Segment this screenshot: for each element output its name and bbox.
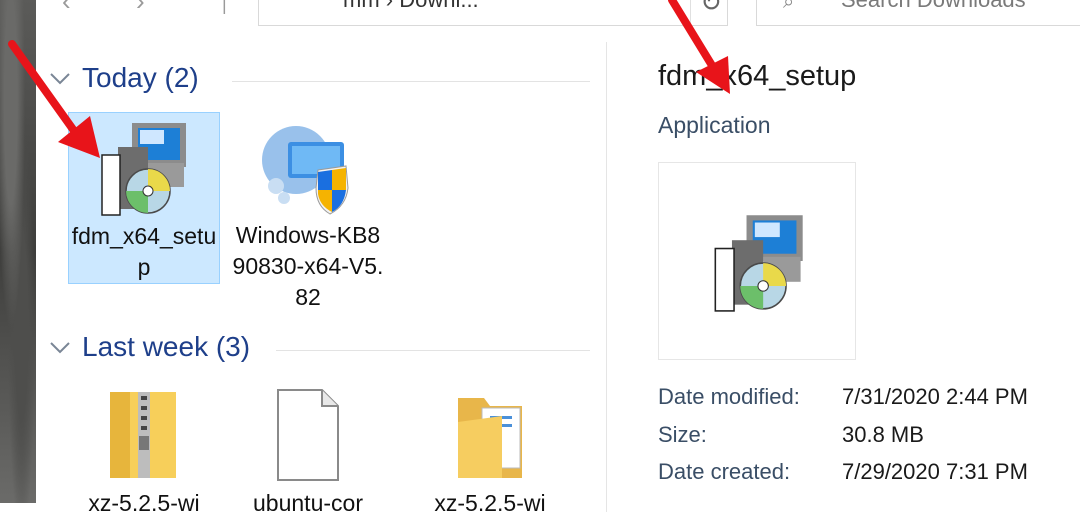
detail-label-date-created: Date created: [658, 459, 791, 484]
group-divider [276, 350, 590, 351]
detail-label-size: Size: [658, 422, 707, 447]
detail-value-date-created: 7/29/2020 7:31 PM [842, 459, 1028, 484]
preview-file-type: Application [658, 112, 771, 138]
back-icon[interactable]: ‹ [62, 0, 71, 17]
zip-folder-icon [110, 392, 176, 478]
security-update-icon [262, 126, 349, 215]
search-icon: ⌕ [783, 0, 795, 13]
detail-value-size: 30.8 MB [842, 422, 924, 447]
annotation-arrow-icon [8, 40, 100, 158]
installer-icon [714, 215, 803, 312]
annotation-arrow-icon [668, 0, 730, 94]
forward-icon[interactable]: › [136, 0, 145, 17]
up-icon[interactable]: | [222, 0, 227, 15]
file-name: xz-5.2.5-wi [88, 490, 200, 516]
file-item-xz-folder[interactable]: xz-5.2.5-wi [414, 382, 566, 516]
search-input[interactable]: Search Downloads [841, 0, 1026, 13]
detail-label-date-modified: Date modified: [658, 384, 800, 409]
file-name: ubuntu-cor [253, 490, 363, 516]
address-text: mm › Downl... [343, 0, 479, 13]
search-box[interactable]: ⌕ Search Downloads [756, 0, 1080, 26]
file-item-windows-kb[interactable]: Windows-KB890830-x64-V5.82 [232, 112, 384, 312]
detail-value-date-modified: 7/31/2020 2:44 PM [842, 384, 1028, 409]
file-item-ubuntu[interactable]: ubuntu-cor [232, 382, 384, 516]
folder-icon [458, 398, 522, 478]
chevron-down-icon[interactable] [48, 335, 72, 359]
file-name: xz-5.2.5-wi [434, 490, 546, 516]
file-explorer-window: ‹ › | mm › Downl... ⌄ ↻ ⌕ Search Downloa… [36, 0, 1080, 516]
group-title: Last week (3) [82, 331, 251, 362]
document-icon [277, 389, 339, 481]
preview-thumbnail [658, 162, 856, 360]
file-item-xz-zip[interactable]: xz-5.2.5-wi [68, 382, 220, 516]
pane-divider[interactable] [606, 42, 607, 512]
file-name: Windows-KB890830-x64-V5.82 [232, 222, 384, 310]
group-divider [232, 81, 590, 82]
navigation-toolbar: ‹ › | mm › Downl... ⌄ ↻ ⌕ Search Downloa… [36, 0, 1080, 28]
file-name: fdm_x64_setup [71, 223, 217, 280]
